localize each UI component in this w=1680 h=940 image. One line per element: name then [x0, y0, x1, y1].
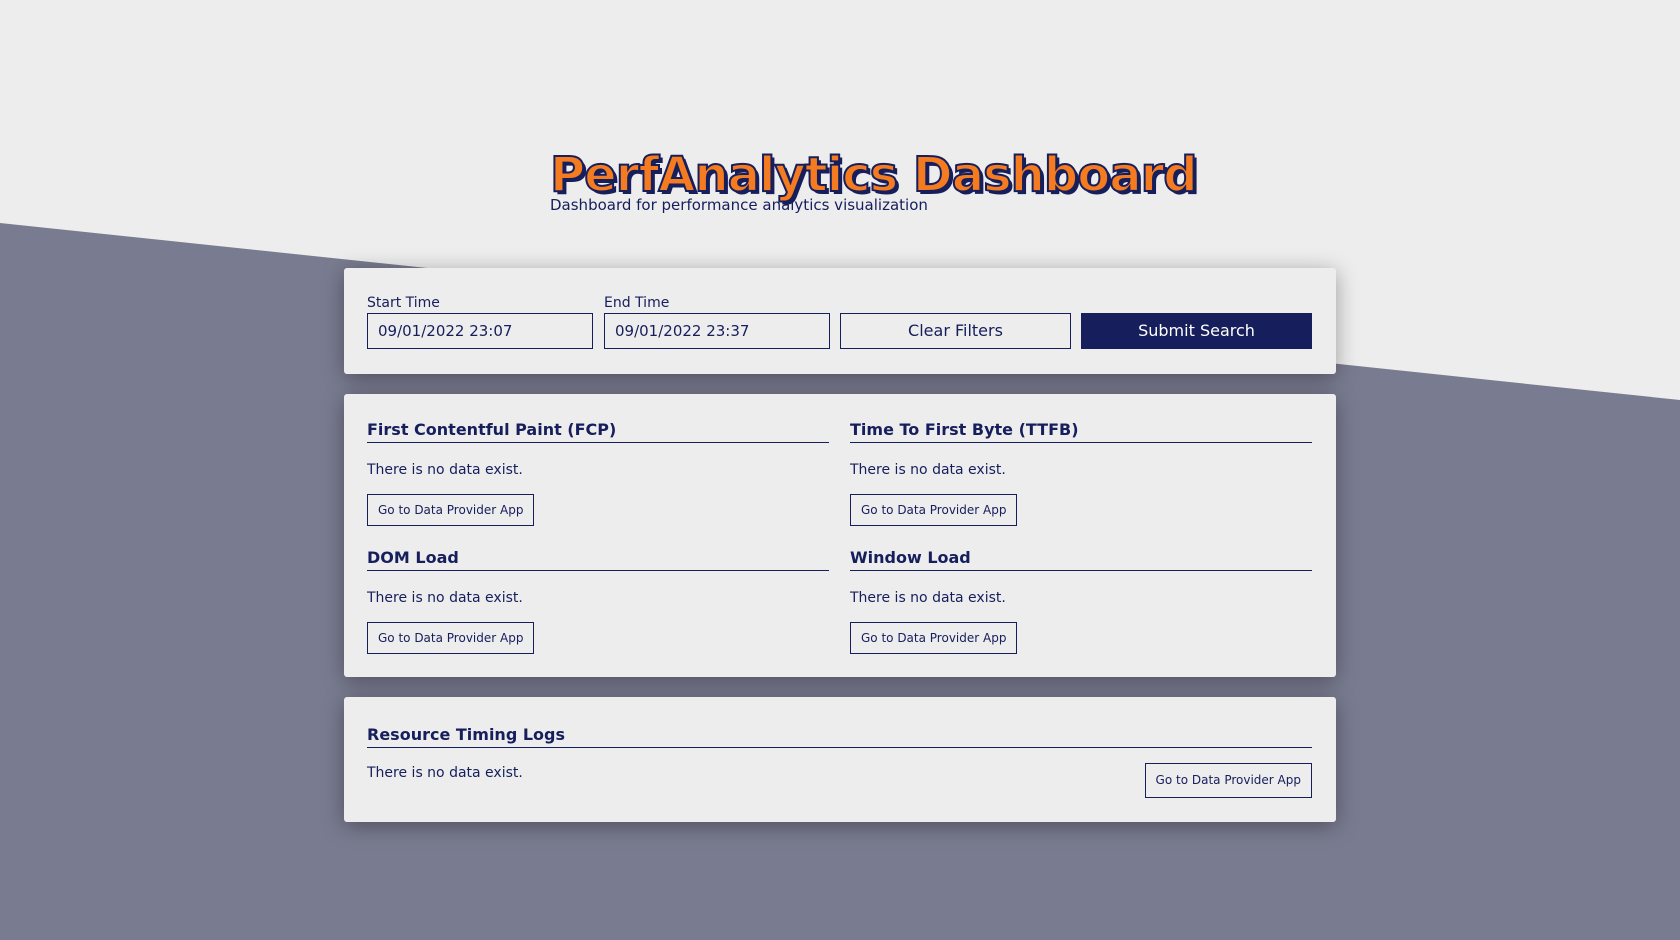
data-provider-button[interactable]: Go to Data Provider App [850, 494, 1018, 526]
filter-panel: Start Time End Time Clear Filters Submit… [344, 268, 1336, 374]
metric-title: Window Load [850, 546, 1312, 571]
start-time-input[interactable] [367, 313, 593, 349]
metric-empty-text: There is no data exist. [850, 462, 1006, 478]
page-subtitle: Dashboard for performance analytics visu… [550, 196, 928, 214]
metric-dom-load: DOM Load There is no data exist. Go to D… [367, 546, 829, 654]
metric-ttfb: Time To First Byte (TTFB) There is no da… [850, 418, 1312, 526]
data-provider-button[interactable]: Go to Data Provider App [850, 622, 1018, 654]
page-header: PerfAnalytics Dashboard Dashboard for pe… [549, 147, 1199, 214]
data-provider-button[interactable]: Go to Data Provider App [367, 494, 535, 526]
end-time-field: End Time [604, 293, 830, 349]
metric-title: DOM Load [367, 546, 829, 571]
page-title: PerfAnalytics Dashboard [549, 147, 1199, 203]
metric-empty-text: There is no data exist. [367, 462, 523, 478]
data-provider-button[interactable]: Go to Data Provider App [1144, 763, 1312, 798]
start-time-label: Start Time [367, 295, 440, 311]
end-time-input[interactable] [604, 313, 830, 349]
logs-empty-text: There is no data exist. [367, 765, 523, 781]
start-time-field: Start Time [367, 293, 593, 349]
end-time-label: End Time [604, 295, 670, 311]
metrics-panel: First Contentful Paint (FCP) There is no… [344, 394, 1336, 677]
metric-title: Time To First Byte (TTFB) [850, 418, 1312, 443]
logs-title: Resource Timing Logs [367, 723, 1312, 748]
metric-fcp: First Contentful Paint (FCP) There is no… [367, 418, 829, 526]
metric-empty-text: There is no data exist. [850, 590, 1006, 606]
submit-search-button[interactable]: Submit Search [1081, 313, 1312, 349]
resource-logs-panel: Resource Timing Logs There is no data ex… [344, 697, 1336, 822]
metric-window-load: Window Load There is no data exist. Go t… [850, 546, 1312, 654]
clear-filters-button[interactable]: Clear Filters [840, 313, 1071, 349]
metric-empty-text: There is no data exist. [367, 590, 523, 606]
metric-title: First Contentful Paint (FCP) [367, 418, 829, 443]
data-provider-button[interactable]: Go to Data Provider App [367, 622, 535, 654]
